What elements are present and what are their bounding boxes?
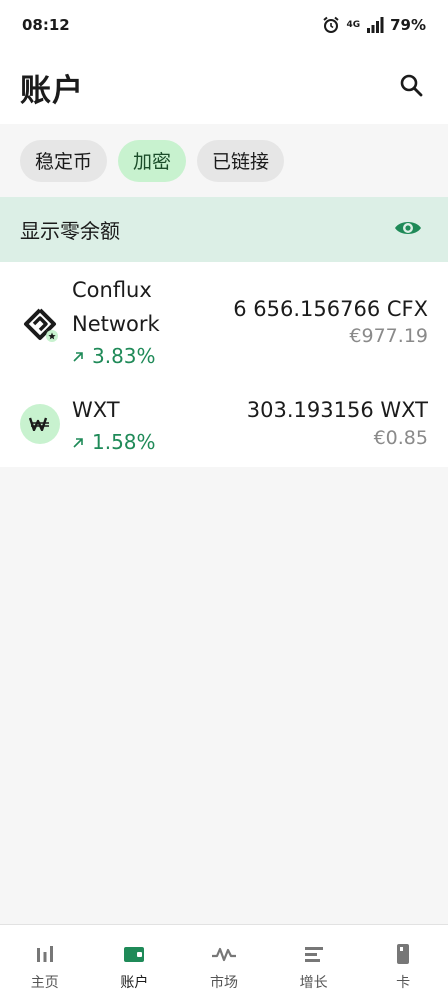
wxt-logo-icon [20, 404, 60, 444]
asset-fiat-value: €977.19 [349, 325, 428, 347]
show-zero-balance-row[interactable]: 显示零余额 [0, 197, 448, 262]
asset-change-value: 3.83% [92, 344, 156, 368]
asset-name: WXT [72, 398, 120, 422]
alarm-icon [322, 16, 340, 34]
chip-stablecoins[interactable]: 稳定币 [20, 139, 108, 182]
nav-home[interactable]: 主页 [0, 925, 90, 1000]
asset-name-line2: Network [72, 312, 160, 336]
zero-balance-label: 显示零余额 [20, 219, 120, 243]
home-chart-icon [32, 942, 58, 966]
asset-change-value: 1.58% [92, 430, 156, 454]
status-icons: 4G 79% [322, 16, 426, 34]
asset-name-line1: Conflux [72, 278, 152, 302]
asset-amount: 6 656.156766 CFX [233, 297, 428, 321]
app-header: 账户 [0, 50, 448, 124]
network-type-label: 4G [346, 20, 361, 30]
chip-linked[interactable]: 已链接 [197, 139, 285, 182]
nav-label: 主页 [30, 975, 59, 991]
market-pulse-icon [211, 942, 237, 966]
nav-market[interactable]: 市场 [179, 925, 269, 1000]
battery-percent: 79% [390, 16, 426, 34]
nav-label: 账户 [120, 975, 149, 991]
chip-crypto[interactable]: 加密 [118, 139, 187, 182]
arrow-up-right-icon [72, 430, 84, 454]
asset-row-conflux[interactable]: Conflux Network 3.83% 6 656.156766 CFX €… [0, 262, 448, 382]
search-button[interactable] [396, 72, 426, 102]
asset-amount: 303.193156 WXT [246, 398, 428, 422]
nav-label: 市场 [209, 975, 238, 991]
asset-row-wxt[interactable]: WXT 1.58% 303.193156 WXT €0.85 [0, 382, 448, 467]
nav-label: 增长 [299, 975, 328, 991]
nav-card[interactable]: 卡 [358, 925, 448, 1000]
filter-chips: 稳定币 加密 已链接 [0, 124, 448, 197]
status-bar: 08:12 4G 79% [0, 0, 448, 50]
arrow-up-right-icon [72, 344, 84, 368]
asset-fiat-value: €0.85 [373, 427, 428, 449]
asset-change: 3.83% [72, 344, 156, 368]
signal-icon [366, 17, 384, 33]
nav-growth[interactable]: 增长 [269, 925, 359, 1000]
page-title: 账户 [20, 72, 84, 109]
card-icon [390, 942, 416, 966]
search-icon [399, 73, 423, 101]
nav-label: 卡 [396, 975, 411, 991]
conflux-logo-icon [20, 304, 60, 344]
wallet-icon [121, 942, 147, 966]
eye-icon[interactable] [394, 219, 422, 241]
nav-accounts[interactable]: 账户 [90, 925, 180, 1000]
asset-list: Conflux Network 3.83% 6 656.156766 CFX €… [0, 262, 448, 467]
bottom-nav: 主页 账户 市场 增长 卡 [0, 924, 448, 1000]
asset-change: 1.58% [72, 430, 156, 454]
growth-icon [301, 942, 327, 966]
status-time: 08:12 [22, 16, 70, 34]
